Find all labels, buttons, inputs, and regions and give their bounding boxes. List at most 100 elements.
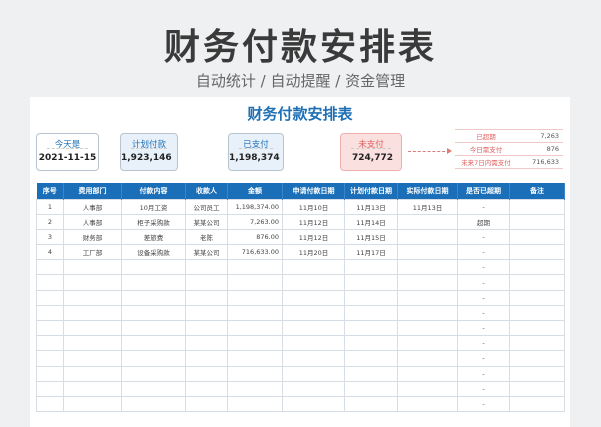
table-cell[interactable] xyxy=(227,319,283,337)
table-cell[interactable] xyxy=(397,319,458,337)
table-cell[interactable]: - xyxy=(457,198,510,215)
table-cell[interactable] xyxy=(36,259,64,276)
table-cell[interactable]: 设备采购款 xyxy=(121,244,186,261)
table-cell[interactable] xyxy=(185,365,228,382)
table-cell[interactable]: - xyxy=(457,228,510,246)
table-cell[interactable] xyxy=(509,395,565,413)
table-cell[interactable] xyxy=(36,335,64,352)
table-cell[interactable] xyxy=(121,319,186,337)
table-cell[interactable] xyxy=(282,304,345,322)
table-cell[interactable] xyxy=(397,380,458,397)
table-cell[interactable] xyxy=(509,213,565,230)
table-cell[interactable]: 4 xyxy=(36,244,64,261)
table-cell[interactable]: 716,633.00 xyxy=(227,244,283,261)
table-cell[interactable] xyxy=(344,319,398,337)
table-cell[interactable] xyxy=(397,304,458,322)
table-cell[interactable] xyxy=(185,350,228,367)
table-cell[interactable] xyxy=(185,259,228,276)
table-cell[interactable] xyxy=(227,259,283,276)
table-cell[interactable]: 7,263.00 xyxy=(227,213,283,230)
table-cell[interactable] xyxy=(227,304,283,322)
table-cell[interactable] xyxy=(282,365,345,382)
table-cell[interactable] xyxy=(185,380,228,397)
table-cell[interactable] xyxy=(63,350,122,367)
table-cell[interactable] xyxy=(227,380,283,397)
table-cell[interactable] xyxy=(344,335,398,352)
column-header[interactable]: 备注 xyxy=(509,183,565,199)
table-cell[interactable]: - xyxy=(457,289,510,306)
table-cell[interactable] xyxy=(397,244,458,261)
table-cell[interactable] xyxy=(344,289,398,306)
table-cell[interactable]: 1,198,374.00 xyxy=(227,198,283,215)
table-cell[interactable]: - xyxy=(457,335,510,352)
table-cell[interactable] xyxy=(36,289,64,306)
table-cell[interactable] xyxy=(36,304,64,322)
table-cell[interactable] xyxy=(63,289,122,306)
table-cell[interactable] xyxy=(282,335,345,352)
table-cell[interactable] xyxy=(509,228,565,246)
table-cell[interactable] xyxy=(63,304,122,322)
table-cell[interactable]: 柜子采购款 xyxy=(121,213,186,230)
table-cell[interactable]: - xyxy=(457,259,510,276)
table-cell[interactable] xyxy=(344,304,398,322)
table-cell[interactable] xyxy=(63,335,122,352)
table-cell[interactable] xyxy=(397,274,458,291)
column-header[interactable]: 收款人 xyxy=(185,183,228,199)
table-cell[interactable] xyxy=(36,274,64,291)
table-cell[interactable] xyxy=(282,350,345,367)
table-cell[interactable] xyxy=(282,395,345,413)
table-cell[interactable] xyxy=(185,304,228,322)
table-cell[interactable] xyxy=(227,350,283,367)
table-cell[interactable] xyxy=(282,259,345,276)
table-cell[interactable]: 财务部 xyxy=(63,228,122,246)
table-cell[interactable]: 1 xyxy=(36,198,64,215)
table-cell[interactable] xyxy=(282,380,345,397)
table-cell[interactable] xyxy=(509,350,565,367)
table-cell[interactable] xyxy=(185,289,228,306)
table-cell[interactable] xyxy=(397,335,458,352)
table-cell[interactable] xyxy=(344,395,398,413)
table-cell[interactable]: 差旅费 xyxy=(121,228,186,246)
table-cell[interactable]: 11月15日 xyxy=(344,228,398,246)
table-cell[interactable] xyxy=(121,259,186,276)
column-header[interactable]: 申请付款日期 xyxy=(282,183,345,199)
table-cell[interactable] xyxy=(344,350,398,367)
table-cell[interactable]: - xyxy=(457,350,510,367)
table-cell[interactable] xyxy=(121,365,186,382)
table-cell[interactable]: 11月20日 xyxy=(282,244,345,261)
table-cell[interactable] xyxy=(509,289,565,306)
table-cell[interactable]: 11月17日 xyxy=(344,244,398,261)
table-cell[interactable]: 老陈 xyxy=(185,228,228,246)
column-header[interactable]: 付款内容 xyxy=(121,183,186,199)
table-cell[interactable] xyxy=(509,319,565,337)
table-cell[interactable]: 11月12日 xyxy=(282,213,345,230)
table-cell[interactable]: 10月工资 xyxy=(121,198,186,215)
table-cell[interactable] xyxy=(509,304,565,322)
table-cell[interactable]: 某某公司 xyxy=(185,244,228,261)
table-cell[interactable]: - xyxy=(457,380,510,397)
column-header[interactable]: 金额 xyxy=(227,183,283,199)
table-cell[interactable] xyxy=(344,380,398,397)
column-header[interactable]: 计划付款日期 xyxy=(344,183,398,199)
table-cell[interactable] xyxy=(63,380,122,397)
table-cell[interactable] xyxy=(36,350,64,367)
table-cell[interactable] xyxy=(397,259,458,276)
table-cell[interactable]: 人事部 xyxy=(63,198,122,215)
table-cell[interactable]: 公司员工 xyxy=(185,198,228,215)
table-cell[interactable]: 超期 xyxy=(457,213,510,230)
table-cell[interactable] xyxy=(344,259,398,276)
table-cell[interactable] xyxy=(185,395,228,413)
column-header[interactable]: 序号 xyxy=(36,183,64,199)
table-cell[interactable]: 11月13日 xyxy=(344,198,398,215)
table-cell[interactable]: 876.00 xyxy=(227,228,283,246)
table-cell[interactable] xyxy=(36,365,64,382)
table-cell[interactable] xyxy=(344,274,398,291)
table-cell[interactable]: 11月13日 xyxy=(397,198,458,215)
table-cell[interactable] xyxy=(282,289,345,306)
table-cell[interactable]: 3 xyxy=(36,228,64,246)
table-cell[interactable] xyxy=(397,350,458,367)
table-cell[interactable] xyxy=(227,289,283,306)
table-cell[interactable] xyxy=(121,274,186,291)
table-cell[interactable] xyxy=(121,304,186,322)
table-cell[interactable] xyxy=(282,274,345,291)
